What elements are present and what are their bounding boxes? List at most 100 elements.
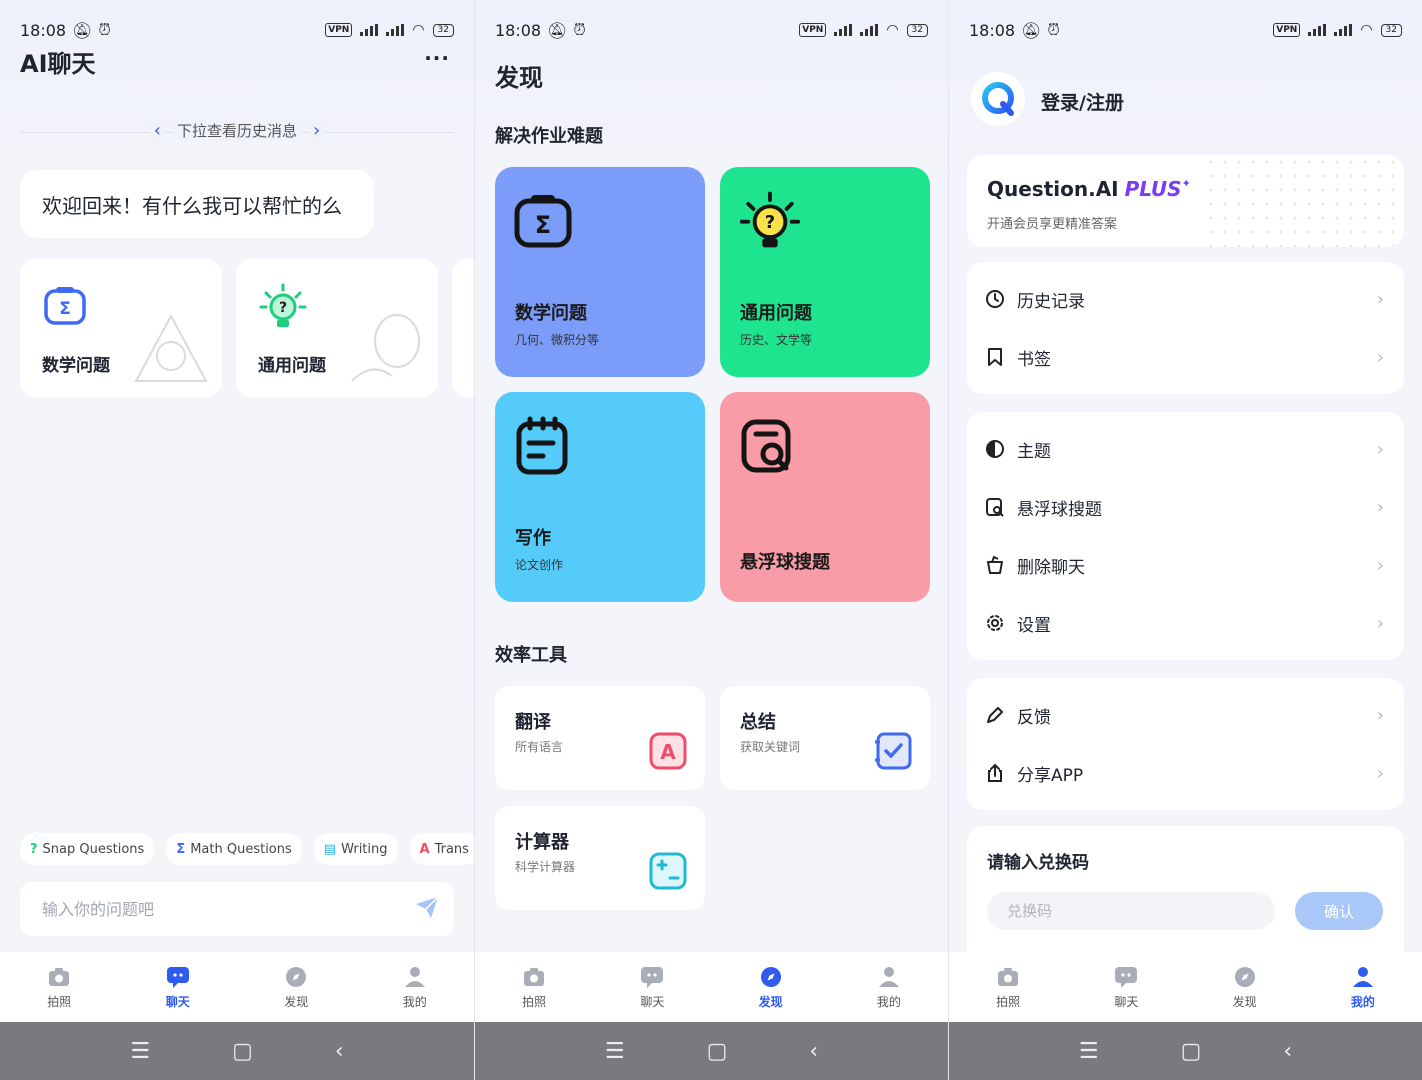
menu-item-theme[interactable]: 主题 › [967, 420, 1404, 478]
camera-icon [522, 965, 546, 989]
history-hint[interactable]: ‹ 下拉查看历史消息 › [0, 120, 474, 141]
chip-label: Math Questions [190, 841, 292, 857]
menu-item-share[interactable]: 分享APP › [967, 744, 1404, 802]
person-icon [403, 965, 427, 989]
menu-icon[interactable]: ☰ [1079, 1039, 1099, 1064]
vpn-badge: VPN [325, 23, 353, 37]
alarm-icon: ⏰︎ [1047, 20, 1060, 39]
question-input[interactable] [42, 899, 362, 919]
chip-math-questions[interactable]: Σ Math Questions [166, 833, 302, 865]
svg-text:?: ? [765, 212, 775, 233]
redeem-code-input[interactable] [987, 892, 1275, 930]
chevron-left-icon: ‹ [149, 120, 165, 141]
signal-icon [1308, 24, 1327, 36]
back-icon[interactable]: ‹ [809, 1039, 818, 1064]
menu-group-3: 反馈 › 分享APP › [967, 678, 1404, 810]
tool-subtitle: 所有语言 [515, 740, 564, 754]
tile-float-search[interactable]: 悬浮球搜题 [720, 392, 930, 602]
math-question-card[interactable]: Σ 数学问题 [20, 259, 222, 397]
plus-membership-card[interactable]: Question.AI PLUS✦ 开通会员享更精准答案 [967, 155, 1404, 247]
nav-camera[interactable]: 拍照 [19, 965, 99, 1010]
menu-icon[interactable]: ☰ [130, 1039, 150, 1064]
status-bar: 18:08 🔕︎ ⏰︎ VPN ◠ 32 [495, 18, 928, 42]
translate-icon: A [419, 841, 430, 857]
tool-subtitle: 获取关键词 [740, 740, 801, 754]
menu-item-history[interactable]: 历史记录 › [967, 270, 1404, 328]
menu-item-feedback[interactable]: 反馈 › [967, 686, 1404, 744]
nav-chat[interactable]: 聊天 [138, 965, 218, 1010]
tile-writing[interactable]: 写作 论文创作 [495, 392, 705, 602]
clock-icon [985, 289, 1005, 309]
general-question-card[interactable]: ? 通用问题 [236, 259, 438, 397]
nav-camera[interactable]: 拍照 [494, 965, 574, 1010]
tile-subtitle: 几何、微积分等 [515, 333, 600, 347]
send-icon[interactable] [414, 894, 440, 924]
gear-icon [985, 613, 1005, 633]
bookmark-icon [985, 347, 1005, 367]
chevron-right-icon: › [1376, 438, 1384, 460]
vpn-badge: VPN [799, 23, 827, 37]
doc-icon: ▤ [323, 841, 337, 857]
menu-group-1: 历史记录 › 书签 › [967, 262, 1404, 394]
avatar[interactable] [971, 72, 1025, 126]
nav-discover[interactable]: 发现 [256, 965, 336, 1010]
mute-icon: 🔕︎ [72, 20, 93, 40]
tile-math[interactable]: Σ 数学问题 几何、微积分等 [495, 167, 705, 377]
chevron-right-icon: › [1376, 554, 1384, 576]
nav-me[interactable]: 我的 [1323, 965, 1403, 1010]
chevron-right-icon: › [1376, 612, 1384, 634]
partial-card[interactable] [452, 259, 474, 397]
menu-label: 历史记录 [1017, 291, 1085, 312]
page-title: 发现 [495, 64, 543, 92]
delete-chat-icon [985, 555, 1005, 575]
camera-icon [47, 965, 71, 989]
menu-item-delete-chat[interactable]: 删除聊天 › [967, 536, 1404, 594]
compass-icon [284, 965, 308, 989]
menu-group-2: 主题 › 悬浮球搜题 › 删除聊天 › 设置 › [967, 412, 1404, 660]
nav-me[interactable]: 我的 [849, 965, 929, 1010]
nav-label: 聊天 [640, 994, 665, 1009]
menu-icon[interactable]: ☰ [605, 1039, 625, 1064]
tool-summary[interactable]: 总结 获取关键词 [720, 686, 930, 790]
nav-label: 我的 [402, 994, 427, 1009]
nav-camera[interactable]: 拍照 [968, 965, 1048, 1010]
login-register-link[interactable]: 登录/注册 [1041, 88, 1124, 115]
nav-discover[interactable]: 发现 [731, 965, 811, 1010]
more-menu-button[interactable]: ··· [424, 46, 450, 70]
menu-item-float-search[interactable]: 悬浮球搜题 › [967, 478, 1404, 536]
card-label: 通用问题 [258, 356, 326, 376]
chat-icon [1114, 965, 1138, 989]
question-icon: ? [30, 841, 38, 857]
tile-general[interactable]: ? 通用问题 历史、文学等 [720, 167, 930, 377]
menu-label: 分享APP [1017, 765, 1084, 786]
chip-translate[interactable]: A Trans [409, 833, 474, 865]
home-icon[interactable]: ▢ [707, 1039, 728, 1064]
brand-name: Question.AI [987, 177, 1119, 201]
calculator-icon [649, 852, 687, 894]
nav-me[interactable]: 我的 [375, 965, 455, 1010]
home-icon[interactable]: ▢ [1181, 1039, 1202, 1064]
profile-screen: 18:08 🔕︎ ⏰︎ VPN ◠ 32 登录/注册 Question.AI PLUS✦ … [948, 0, 1422, 1080]
chat-icon [640, 965, 664, 989]
menu-item-bookmark[interactable]: 书签 › [967, 328, 1404, 386]
nav-chat[interactable]: 聊天 [1086, 965, 1166, 1010]
tool-translate[interactable]: 翻译 所有语言 A [495, 686, 705, 790]
redeem-confirm-button[interactable]: 确认 [1295, 892, 1383, 930]
tool-calculator[interactable]: 计算器 科学计算器 [495, 806, 705, 910]
tile-title: 数学问题 [515, 303, 587, 324]
home-icon[interactable]: ▢ [232, 1039, 253, 1064]
menu-item-settings[interactable]: 设置 › [967, 594, 1404, 652]
nav-label: 聊天 [165, 994, 190, 1009]
chip-snap-questions[interactable]: ? Snap Questions [20, 833, 155, 865]
discover-screen: 18:08 🔕︎ ⏰︎ VPN ◠ 32 发现 解决作业难题 Σ 数学问题 几何、微积分… [474, 0, 948, 1080]
tile-title: 写作 [515, 528, 551, 549]
page-title: AI聊天 [20, 50, 96, 78]
back-icon[interactable]: ‹ [1283, 1039, 1292, 1064]
wifi-icon: ◠ [886, 22, 899, 38]
back-icon[interactable]: ‹ [335, 1039, 344, 1064]
menu-label: 书签 [1017, 349, 1051, 370]
nav-chat[interactable]: 聊天 [612, 965, 692, 1010]
signal-icon-2 [1334, 24, 1353, 36]
chip-writing[interactable]: ▤ Writing [313, 833, 398, 865]
nav-discover[interactable]: 发现 [1205, 965, 1285, 1010]
